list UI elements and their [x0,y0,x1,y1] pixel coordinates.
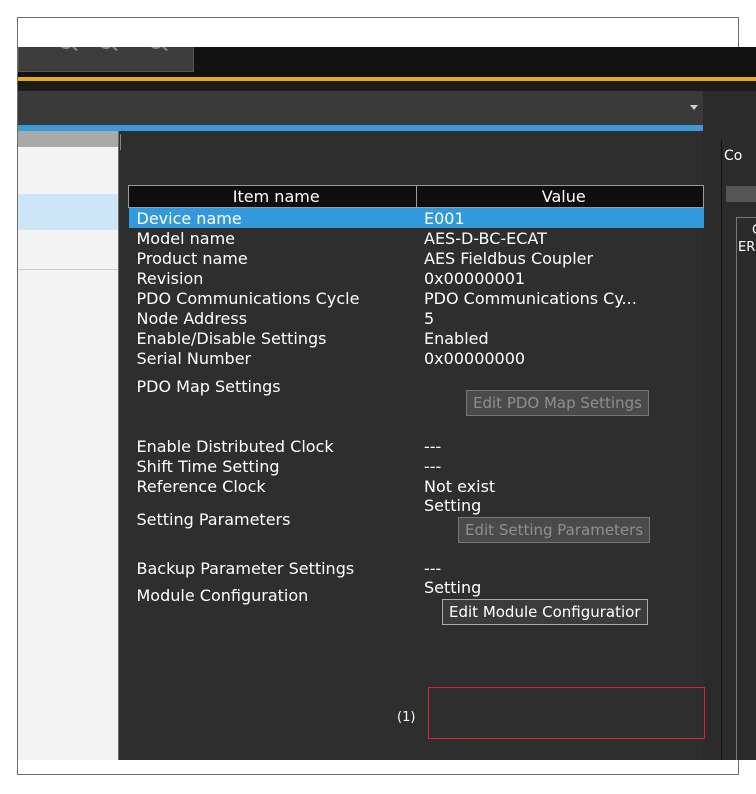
left-pane-selected-row[interactable] [18,194,118,230]
table-row[interactable]: Product name AES Fieldbus Coupler [129,248,704,268]
item-value: Setting [424,578,482,597]
table-row[interactable]: Reference Clock Not exist [129,476,704,496]
table-row[interactable]: Backup Parameter Settings --- [129,558,704,578]
properties-table: Item name Value Device name E001 Model n… [128,185,704,634]
item-value[interactable]: 5 [416,308,704,328]
item-value: Not exist [424,476,496,496]
table-row[interactable]: PDO Map Settings Edit PDO Map Settings [129,368,704,436]
left-pane-header [18,131,118,147]
item-value: 0x00000001 [424,268,526,288]
column-header-value: Value [415,185,704,208]
callout-label: (1) [397,710,416,725]
edit-module-configuration-button[interactable]: Edit Module Configuratior [442,599,648,625]
edit-setting-parameters-button[interactable]: Edit Setting Parameters [458,517,651,543]
item-name: Node Address [136,308,248,328]
table-row[interactable]: PDO Communications Cycle PDO Communicati… [129,288,704,308]
item-name: PDO Map Settings [136,377,281,396]
item-name: Reference Clock [136,476,266,496]
left-pane [18,147,118,760]
item-name: Product name [136,248,248,268]
item-name: Model name [136,228,236,248]
table-row[interactable]: Revision 0x00000001 [129,268,704,288]
right-pane-content [736,217,756,760]
item-value: AES-D-BC-ECAT [424,228,547,248]
item-name: Revision [136,268,204,288]
chevron-down-icon[interactable] [690,105,698,110]
highlight-box [428,687,705,739]
search-icon[interactable] [149,47,163,49]
table-row[interactable]: Model name AES-D-BC-ECAT [129,228,704,248]
item-value: AES Fieldbus Coupler [424,248,594,268]
left-pane-divider [18,269,118,270]
item-value: --- [424,558,442,578]
item-name: Device name [128,207,416,228]
panel-header [18,91,703,125]
search-icon[interactable] [99,47,113,49]
table-row[interactable]: Module Configuration Setting Edit Module… [129,578,704,634]
item-value[interactable]: Enabled [416,328,704,348]
item-name: Setting Parameters [136,510,291,529]
item-value: Setting [424,496,482,515]
table-row[interactable]: Device name E001 [128,207,704,228]
item-name: Serial Number [136,348,252,368]
item-name: Enable/Disable Settings [136,328,327,348]
right-pane-toolbar [726,186,756,202]
table-row[interactable]: Serial Number 0x00000000 [129,348,704,368]
separator [18,81,756,91]
table-row[interactable]: Enable/Disable Settings Enabled [129,328,704,348]
app-window: Item name Value Device name E001 Model n… [18,47,756,760]
item-name: Module Configuration [136,586,309,605]
item-name: Shift Time Setting [136,456,280,476]
table-row[interactable]: Node Address 5 [129,308,704,328]
item-name: PDO Communications Cycle [136,288,360,308]
right-pane-column-header: C [752,223,756,238]
item-name: Enable Distributed Clock [136,436,334,456]
table-row[interactable]: Shift Time Setting --- [129,456,704,476]
toolbar [18,47,756,77]
column-header-item-name: Item name [128,185,417,208]
right-pane-title[interactable]: Co [724,148,742,164]
table-row[interactable]: Enable Distributed Clock --- [129,436,704,456]
item-value: 0x00000000 [424,348,526,368]
divider [120,134,121,150]
toolbar-tab [18,47,194,72]
table-row[interactable]: Setting Parameters Setting Edit Setting … [129,496,704,558]
item-value: --- [424,456,442,476]
item-value: --- [424,436,442,456]
search-icon[interactable] [59,47,73,49]
item-value[interactable]: PDO Communications Cy... [416,288,704,308]
edit-pdo-map-settings-button[interactable]: Edit PDO Map Settings [466,390,649,416]
item-value[interactable]: E001 [416,207,704,228]
right-pane-row-label: ER [738,240,756,255]
item-name: Backup Parameter Settings [136,558,355,578]
